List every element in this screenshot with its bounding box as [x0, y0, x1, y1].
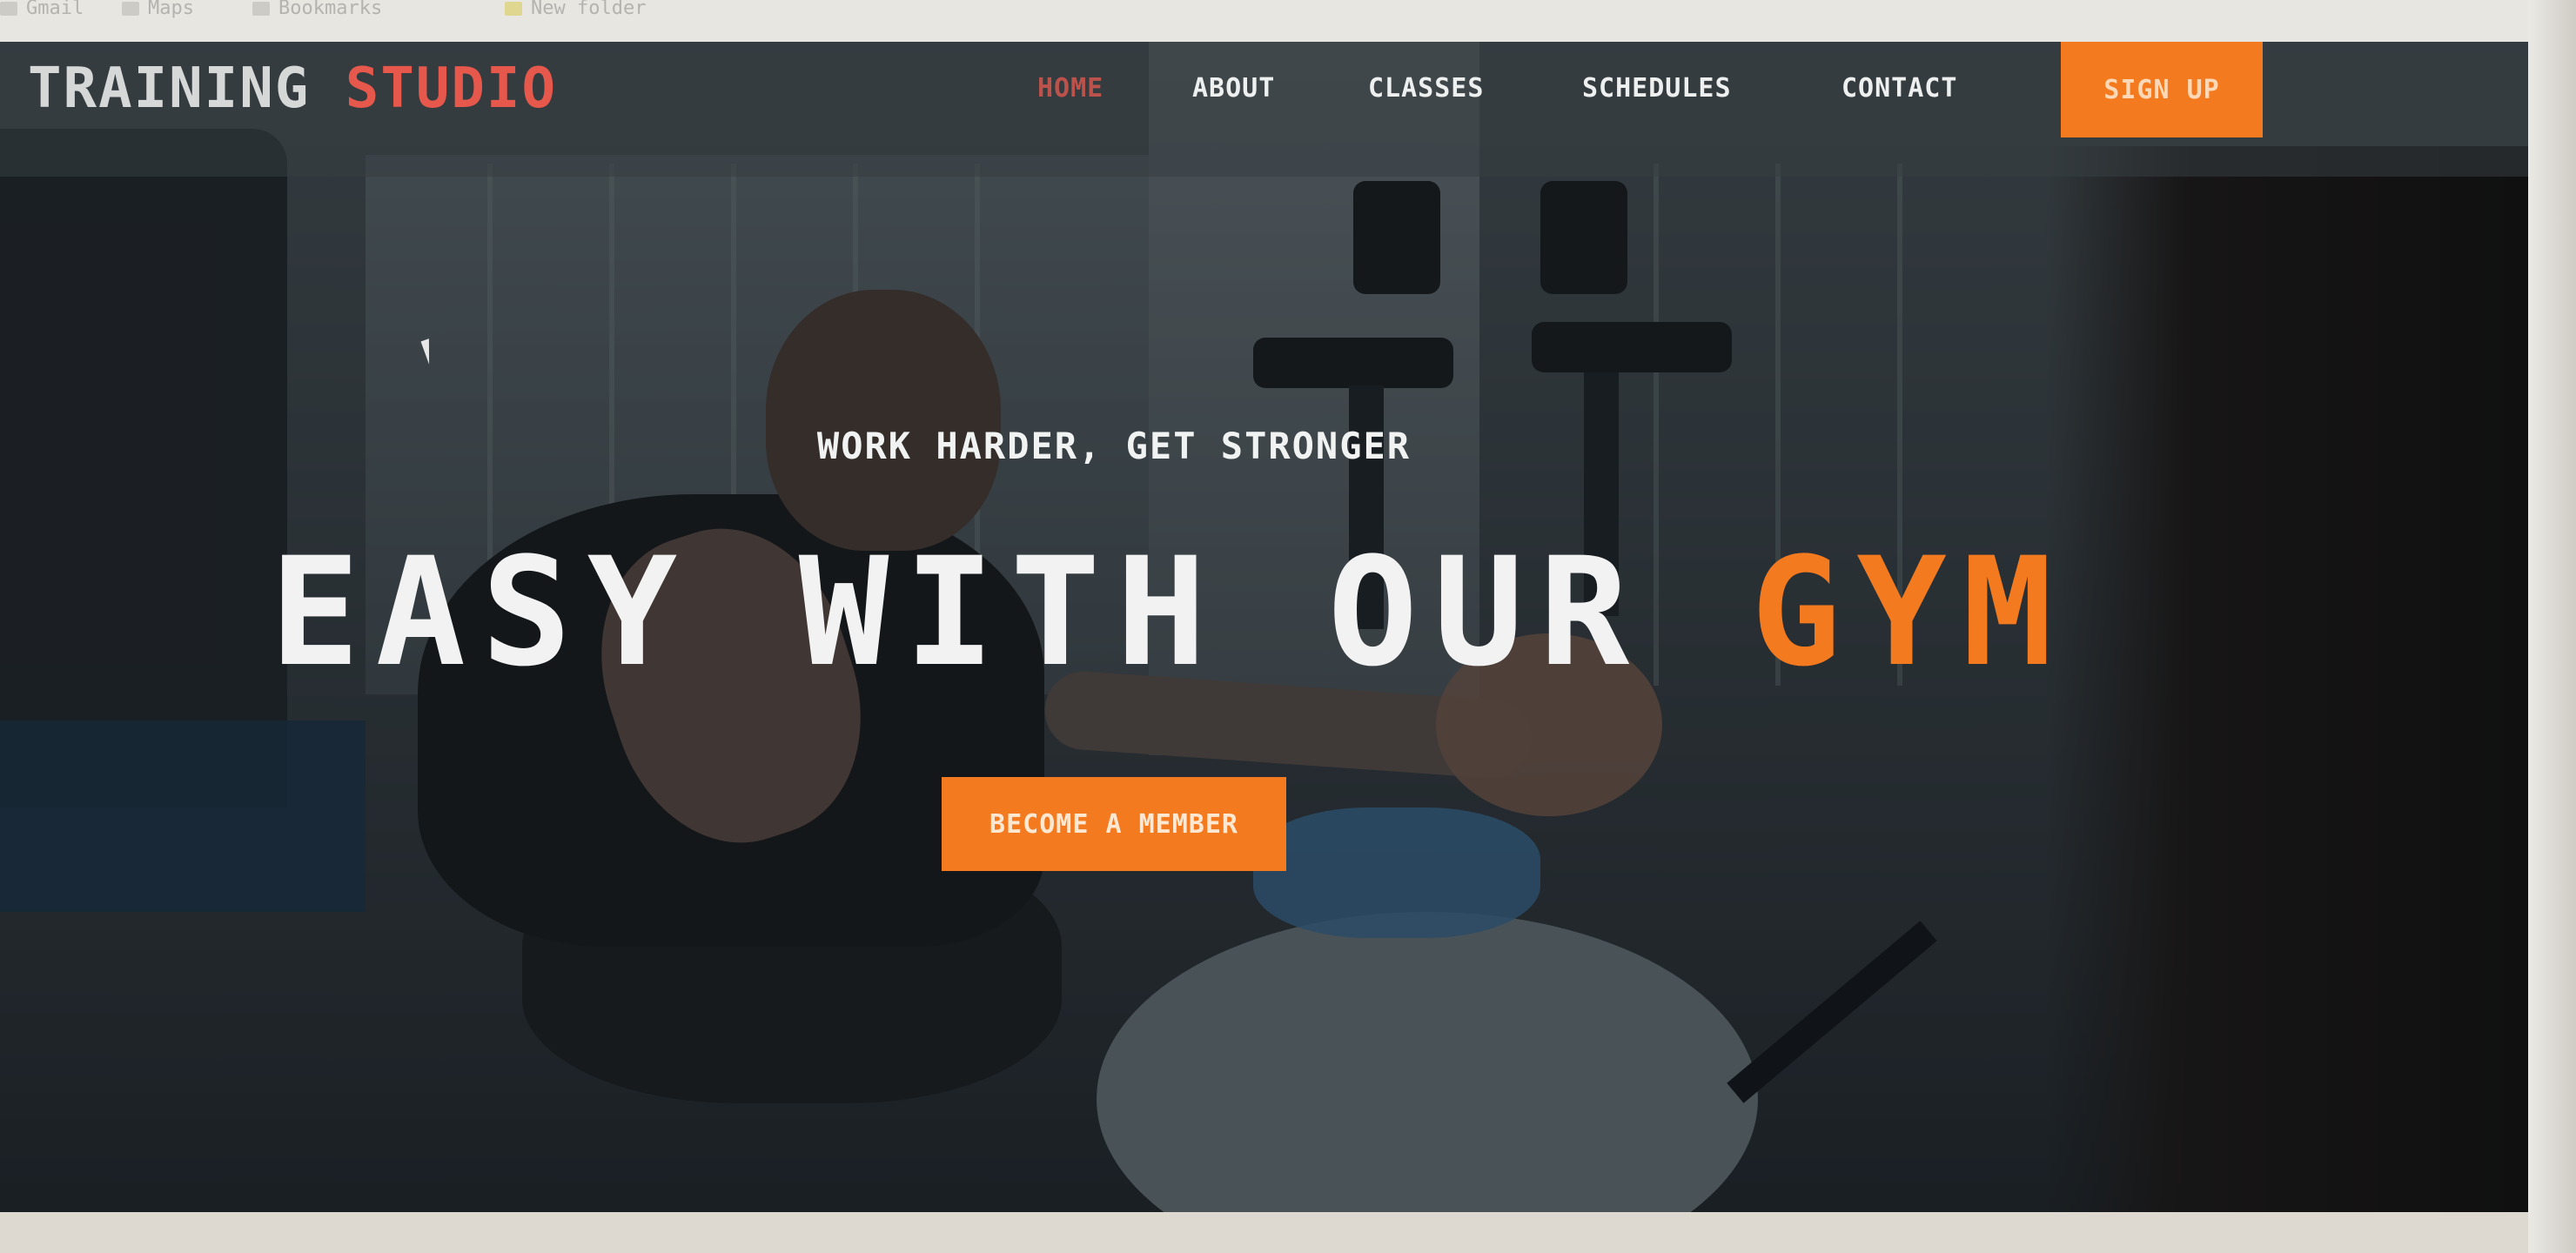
- website-viewport: TRAINING STUDIO HOME ABOUT CLASSES SCHED…: [0, 42, 2528, 1212]
- bookmark-icon: [0, 2, 17, 16]
- folder-icon: [505, 2, 522, 16]
- bookmark-label: Gmail: [26, 0, 84, 19]
- nav-schedules[interactable]: SCHEDULES: [1582, 73, 1732, 104]
- hero-subtitle: WORK HARDER, GET STRONGER: [816, 425, 1412, 467]
- nav-classes[interactable]: CLASSES: [1368, 73, 1484, 104]
- site-header: TRAINING STUDIO HOME ABOUT CLASSES SCHED…: [0, 42, 2528, 177]
- bookmark-new-folder[interactable]: New folder: [505, 0, 647, 19]
- bookmark-label: New folder: [531, 0, 647, 19]
- become-member-button[interactable]: BECOME A MEMBER: [942, 777, 1286, 871]
- hero-title-accent: GYM: [1750, 525, 2069, 700]
- nav-home[interactable]: HOME: [1037, 73, 1104, 104]
- bookmark-gmail[interactable]: Gmail: [0, 0, 84, 19]
- map-icon: [122, 2, 139, 16]
- bookmark-bookmarks[interactable]: Bookmarks: [252, 0, 383, 19]
- monitor-bezel: [2528, 0, 2576, 1253]
- nav-about[interactable]: ABOUT: [1192, 73, 1275, 104]
- bookmark-icon: [252, 2, 270, 16]
- bookmarks-bar: Gmail Maps Bookmarks New folder: [0, 0, 2576, 42]
- hero-title-main: EASY WITH OUR: [270, 525, 1646, 700]
- nav-contact[interactable]: CONTACT: [1841, 73, 1957, 104]
- logo-primary-text: TRAINING: [28, 57, 311, 121]
- sign-up-button[interactable]: SIGN UP: [2061, 42, 2263, 137]
- monitor-bezel-bottom: [0, 1212, 2528, 1253]
- logo-accent-text: STUDIO: [345, 57, 557, 121]
- site-logo[interactable]: TRAINING STUDIO: [28, 61, 557, 117]
- hero-title: EASY WITH OUR GYM: [270, 538, 2052, 687]
- bookmark-label: Maps: [148, 0, 194, 19]
- bookmark-maps[interactable]: Maps: [122, 0, 194, 19]
- bookmark-label: Bookmarks: [278, 0, 383, 19]
